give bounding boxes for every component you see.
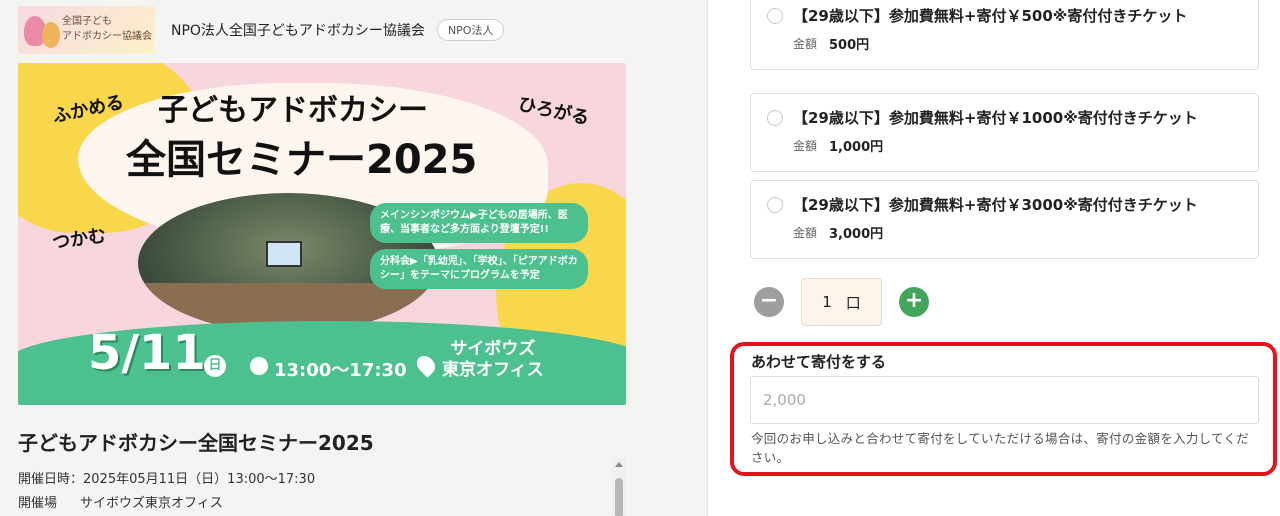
ticket-radio[interactable] (767, 8, 783, 24)
banner-program-pill: 分科会▶「乳幼児」、「学校」、「ピアアドボカシー」をテーマにプログラムを予定 (370, 249, 588, 289)
logo-text-line: アドボカシー協議会 (62, 31, 152, 42)
quantity-increase-button[interactable]: + (899, 287, 929, 317)
event-detail-panel: 全国子ども アドボカシー協議会 NPO法人全国子どもアドボカシー協議会 NPO法… (0, 0, 708, 516)
quantity-value: 1 (822, 293, 832, 311)
donation-help-text: 今回のお申し込みと合わせて寄付をしていただける場合は、寄付の金額を入力してくださ… (751, 431, 1250, 465)
scroll-up-arrow-icon[interactable] (615, 462, 623, 467)
ticket-price-label: 金額 (793, 37, 818, 51)
banner-time: 13:00〜17:30 (274, 360, 407, 381)
ticket-option[interactable]: 【29歳以下】参加費無料+寄付￥500※寄付付きチケット 金額 500円 (750, 0, 1259, 70)
event-venue: 開催場 サイボウズ東京オフィス (18, 492, 223, 511)
logo-text-line: 全国子ども (62, 16, 112, 27)
event-venue-label: 開催場 (18, 496, 58, 511)
banner-word: ひろがる (516, 93, 592, 130)
donation-amount-input[interactable] (750, 376, 1259, 424)
ticket-price-label: 金額 (793, 139, 818, 153)
ticket-option[interactable]: 【29歳以下】参加費無料+寄付￥3000※寄付付きチケット 金額 3,000円 (750, 180, 1259, 259)
event-title: 子どもアドボカシー全国セミナー2025 (18, 431, 374, 455)
ticket-name: 【29歳以下】参加費無料+寄付￥3000※寄付付きチケット (793, 196, 1198, 214)
ticket-radio[interactable] (767, 197, 783, 213)
banner-venue-line: サイボウズ (450, 339, 536, 359)
organizer-logo[interactable]: 全国子ども アドボカシー協議会 (18, 6, 155, 54)
quantity-unit: 口 (845, 293, 861, 312)
banner-date: 5/11 (88, 325, 206, 381)
ticket-price: 3,000円 (829, 227, 884, 242)
event-banner-image: ふかめる ひろがる つかむ 子どもアドボカシー 全国セミナー2025 メインシン… (18, 63, 626, 405)
banner-venue-line: 東京オフィス (442, 360, 544, 380)
ticket-radio[interactable] (767, 110, 783, 126)
scrollbar[interactable] (612, 458, 626, 516)
logo-text: 全国子ども アドボカシー協議会 (62, 14, 152, 44)
organizer-type-badge: NPO法人 (436, 19, 505, 41)
event-datetime: 開催日時：2025年05月11日（日）13:00〜17:30 (18, 472, 316, 487)
organizer-name[interactable]: NPO法人全国子どもアドボカシー協議会 (171, 20, 425, 40)
scrollbar-thumb[interactable] (615, 478, 623, 516)
banner-title: 子どもアドボカシー (158, 93, 428, 128)
banner-program-pill: メインシンポジウム▶子どもの居場所、医療、当事者など多方面より登壇予定!! (370, 203, 588, 243)
ticket-option[interactable]: 【29歳以下】参加費無料+寄付￥1000※寄付付きチケット 金額 1,000円 (750, 93, 1259, 172)
event-venue-value: サイボウズ東京オフィス (80, 496, 223, 511)
ticket-price: 500円 (829, 38, 870, 53)
organizer-row: 全国子ども アドボカシー協議会 NPO法人全国子どもアドボカシー協議会 NPO法… (18, 6, 698, 54)
ticket-name: 【29歳以下】参加費無料+寄付￥500※寄付付きチケット (793, 7, 1188, 25)
quantity-decrease-button[interactable]: − (754, 287, 784, 317)
ticket-name: 【29歳以下】参加費無料+寄付￥1000※寄付付きチケット (793, 109, 1198, 127)
logo-figure (42, 22, 60, 48)
donation-label: あわせて寄付をする (751, 353, 887, 371)
banner-title: 全国セミナー2025 (126, 137, 478, 183)
ticket-price-label: 金額 (793, 226, 818, 240)
banner-day: 日 (204, 355, 226, 377)
clock-icon (250, 357, 268, 375)
photo-screen (266, 241, 302, 267)
ticket-price: 1,000円 (829, 140, 884, 155)
ticket-selection-panel: 【29歳以下】参加費無料+寄付￥500※寄付付きチケット 金額 500円 【29… (709, 0, 1280, 516)
quantity-field[interactable]: 1 口 (801, 278, 882, 326)
banner-venue: サイボウズ 東京オフィス (442, 339, 544, 381)
